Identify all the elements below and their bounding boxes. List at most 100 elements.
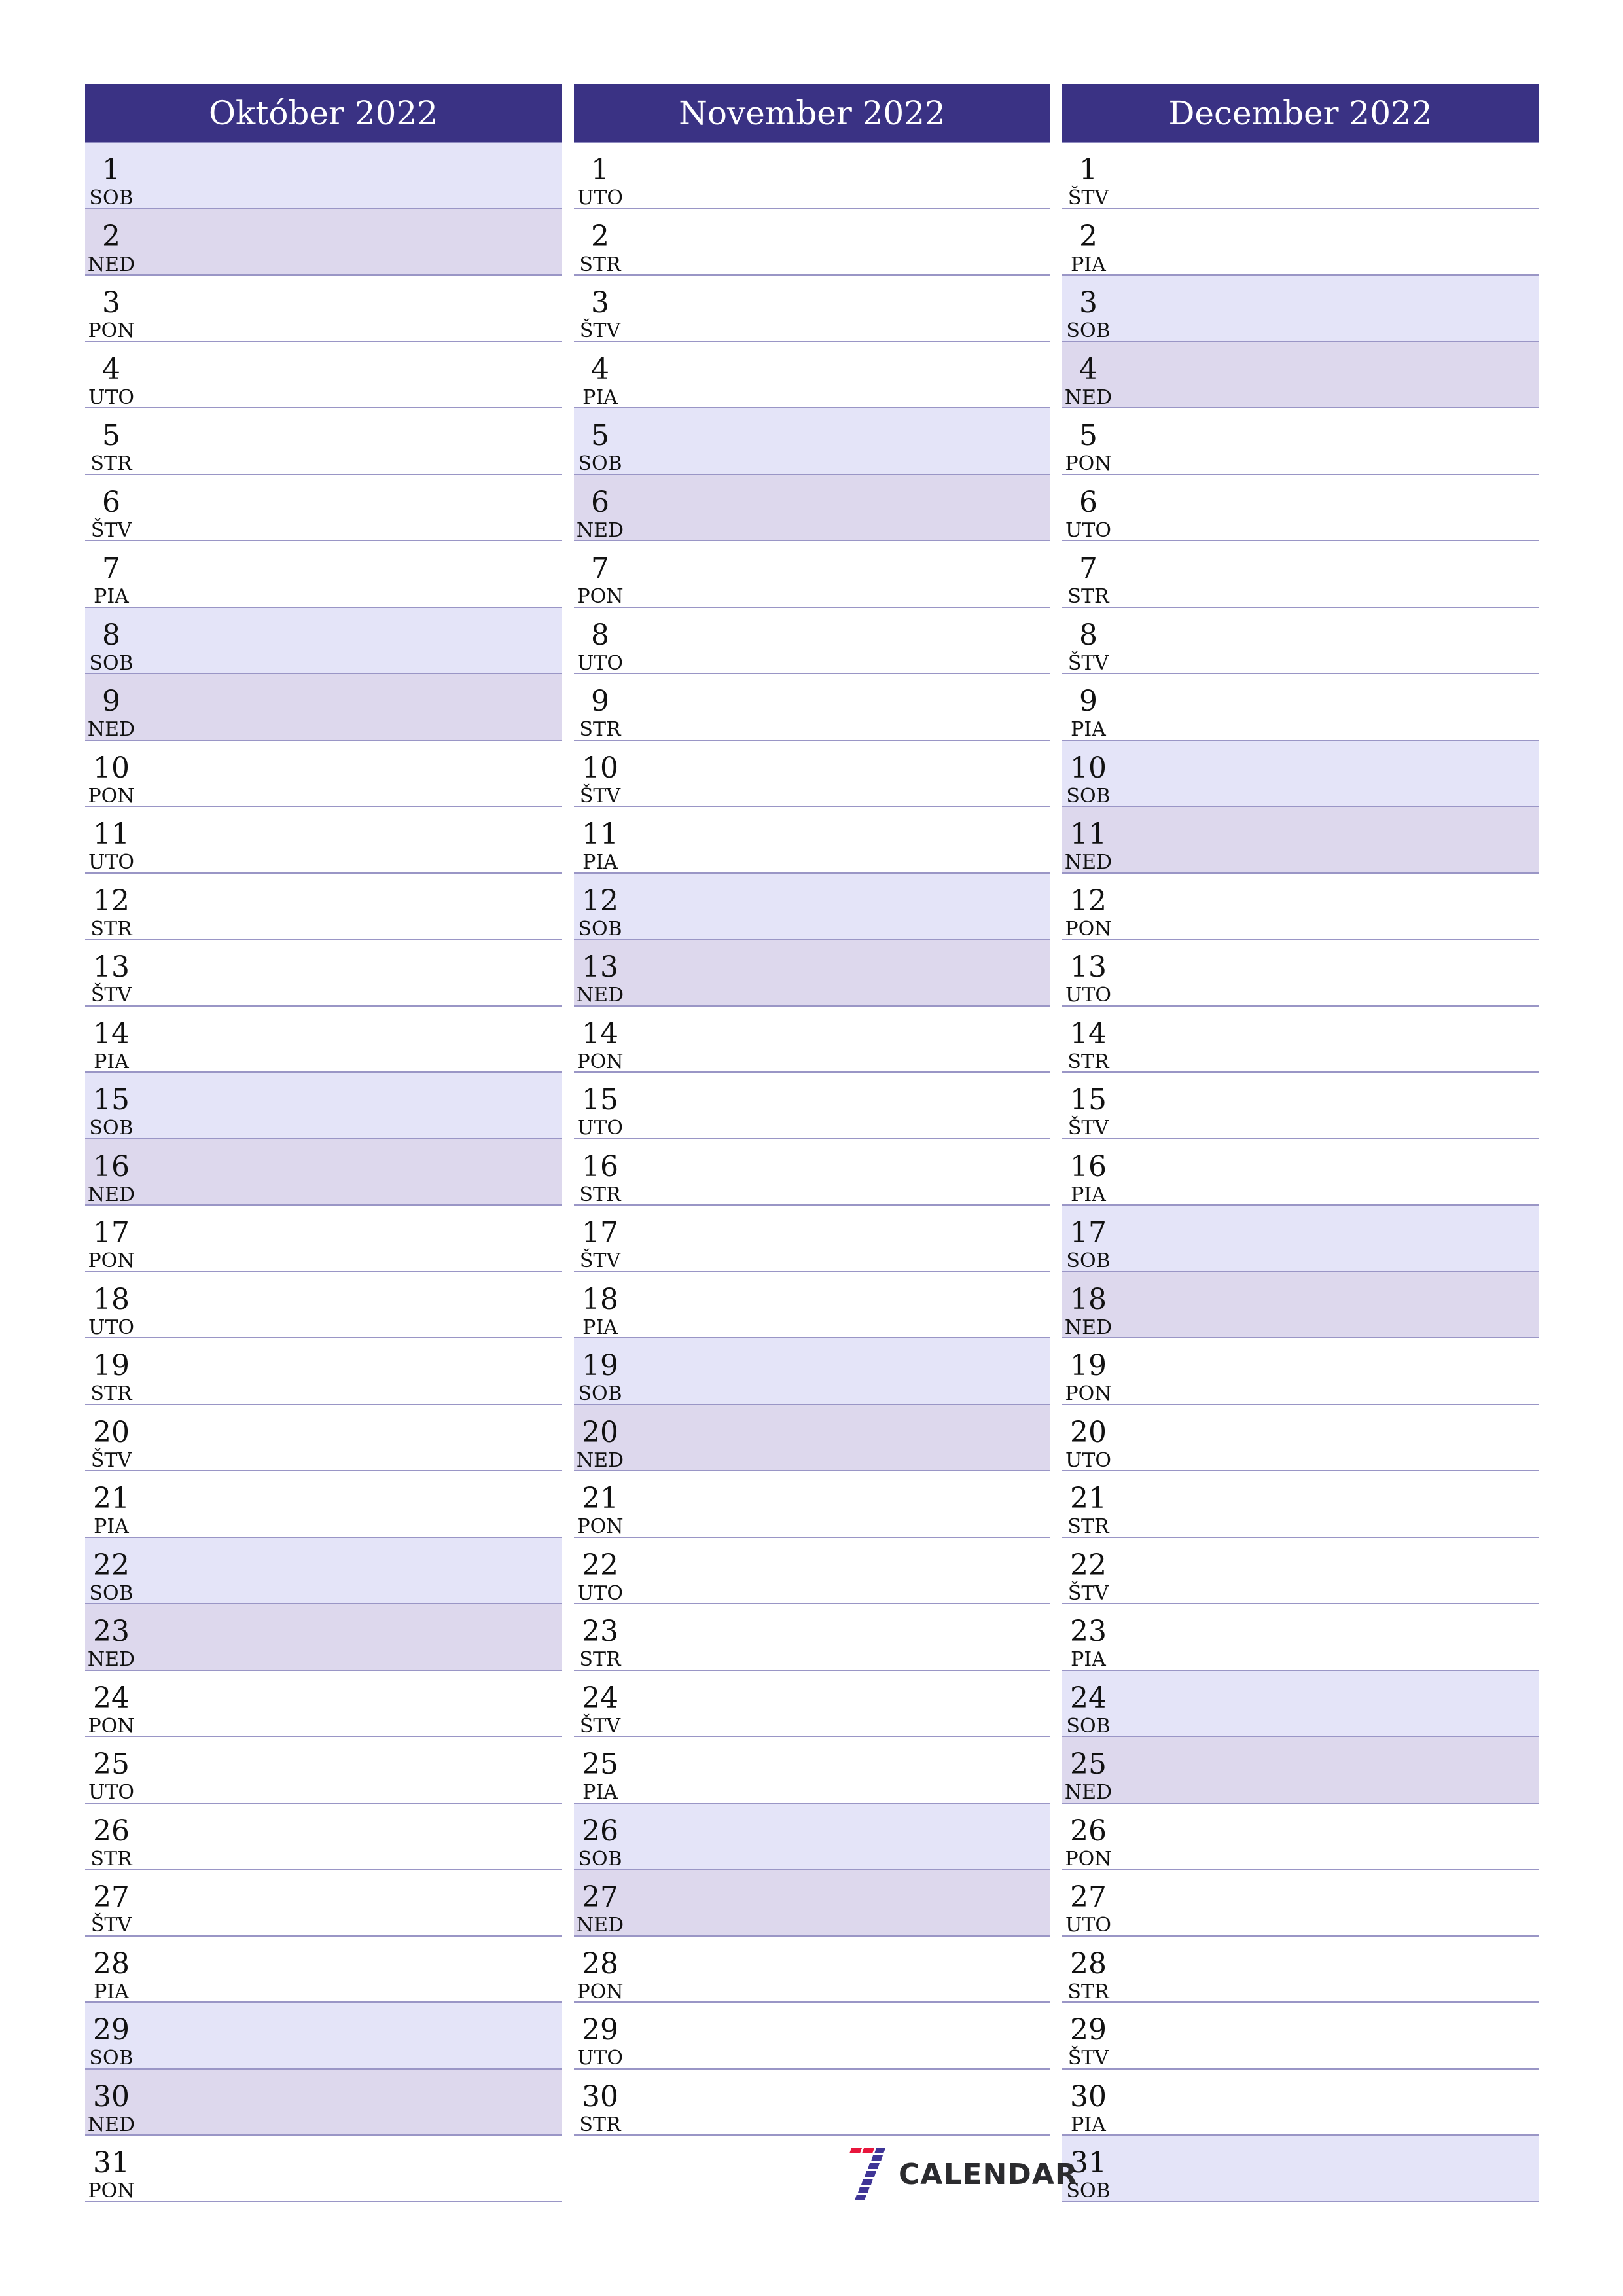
day-row[interactable]: 31 PON (85, 2136, 562, 2202)
day-row[interactable]: 23 STR (574, 1604, 1050, 1671)
day-row[interactable]: 9 STR (574, 674, 1050, 741)
day-label: 26 STR (85, 1804, 137, 1869)
day-row[interactable]: 2 NED (85, 209, 562, 276)
day-row[interactable]: 5 STR (85, 408, 562, 475)
day-row[interactable]: 7 STR (1062, 541, 1539, 608)
day-row[interactable]: 10 ŠTV (574, 740, 1050, 807)
day-row[interactable]: 17 PON (85, 1206, 562, 1272)
day-row[interactable]: 6 ŠTV (85, 475, 562, 541)
day-row[interactable]: 7 PON (574, 541, 1050, 608)
day-row[interactable]: 21 STR (1062, 1471, 1539, 1538)
day-row[interactable]: 21 PIA (85, 1471, 562, 1538)
day-row[interactable]: 19 SOB (574, 1338, 1050, 1405)
day-row[interactable]: 19 PON (1062, 1338, 1539, 1405)
day-row[interactable]: 3 SOB (1062, 276, 1539, 342)
day-row[interactable]: 15 ŠTV (1062, 1073, 1539, 1139)
day-row[interactable]: 8 SOB (85, 607, 562, 674)
day-row[interactable]: 1 SOB (85, 143, 562, 209)
day-row[interactable]: 20 NED (574, 1405, 1050, 1471)
day-row[interactable]: 16 STR (574, 1139, 1050, 1206)
day-row[interactable]: 18 NED (1062, 1272, 1539, 1338)
day-row[interactable]: 3 PON (85, 276, 562, 342)
day-row[interactable]: 19 STR (85, 1338, 562, 1405)
day-row[interactable]: 17 SOB (1062, 1206, 1539, 1272)
day-row[interactable]: 20 ŠTV (85, 1405, 562, 1471)
day-row[interactable]: 4 NED (1062, 342, 1539, 408)
day-row[interactable]: 4 UTO (85, 342, 562, 408)
day-row[interactable]: 27 ŠTV (85, 1870, 562, 1937)
day-row[interactable]: 17 ŠTV (574, 1206, 1050, 1272)
day-row[interactable]: 24 PON (85, 1670, 562, 1737)
day-row[interactable]: 30 NED (85, 2069, 562, 2136)
day-row[interactable]: 2 PIA (1062, 209, 1539, 276)
day-row[interactable]: 22 ŠTV (1062, 1537, 1539, 1604)
day-row[interactable]: 8 UTO (574, 607, 1050, 674)
day-row[interactable]: 6 NED (574, 475, 1050, 541)
day-row[interactable]: 1 UTO (574, 143, 1050, 209)
day-row[interactable]: 31 SOB (1062, 2136, 1539, 2202)
day-row[interactable]: 21 PON (574, 1471, 1050, 1538)
day-row[interactable]: 15 SOB (85, 1073, 562, 1139)
day-row[interactable]: 16 NED (85, 1139, 562, 1206)
day-row[interactable]: 18 UTO (85, 1272, 562, 1338)
day-row[interactable]: 13 NED (574, 940, 1050, 1007)
day-row[interactable]: 25 UTO (85, 1737, 562, 1804)
day-number: 15 (93, 1083, 130, 1117)
day-row[interactable]: 28 STR (1062, 1936, 1539, 2003)
day-row[interactable]: 11 UTO (85, 807, 562, 874)
day-row[interactable]: 22 SOB (85, 1537, 562, 1604)
day-row[interactable]: 14 PON (574, 1006, 1050, 1073)
day-row[interactable]: 9 PIA (1062, 674, 1539, 741)
day-row[interactable]: 5 SOB (574, 408, 1050, 475)
day-row[interactable]: 28 PIA (85, 1936, 562, 2003)
day-row[interactable]: 27 UTO (1062, 1870, 1539, 1937)
day-row[interactable]: 26 SOB (574, 1803, 1050, 1870)
day-number: 15 (582, 1083, 618, 1117)
day-row[interactable]: 2 STR (574, 209, 1050, 276)
day-row[interactable]: 30 STR (574, 2069, 1050, 2136)
day-number: 19 (582, 1349, 618, 1382)
day-row[interactable]: 9 NED (85, 674, 562, 741)
day-row[interactable]: 12 PON (1062, 873, 1539, 940)
day-row[interactable]: 14 PIA (85, 1006, 562, 1073)
day-row[interactable]: 23 NED (85, 1604, 562, 1671)
day-row[interactable]: 25 NED (1062, 1737, 1539, 1804)
day-row[interactable]: 26 PON (1062, 1803, 1539, 1870)
day-row[interactable]: 24 ŠTV (574, 1670, 1050, 1737)
day-row[interactable]: 12 STR (85, 873, 562, 940)
day-row[interactable]: 12 SOB (574, 873, 1050, 940)
day-row[interactable]: 15 UTO (574, 1073, 1050, 1139)
day-row[interactable]: 13 ŠTV (85, 940, 562, 1007)
day-row[interactable]: 29 SOB (85, 2003, 562, 2070)
weekday-name: PON (1065, 452, 1112, 475)
weekday-name: ŠTV (579, 319, 621, 342)
day-row[interactable]: 23 PIA (1062, 1604, 1539, 1671)
day-row[interactable]: 25 PIA (574, 1737, 1050, 1804)
day-row[interactable]: 20 UTO (1062, 1405, 1539, 1471)
day-row[interactable]: 11 NED (1062, 807, 1539, 874)
day-row[interactable]: 6 UTO (1062, 475, 1539, 541)
day-number: 8 (102, 618, 120, 652)
day-row[interactable]: 28 PON (574, 1936, 1050, 2003)
month-column-october: Október 2022 1 SOB 2 NED 3 PON 4 UTO 5 STR 6 ŠTV 7 PI… (85, 84, 562, 2202)
day-row[interactable]: 18 PIA (574, 1272, 1050, 1338)
day-row[interactable]: 7 PIA (85, 541, 562, 608)
day-row[interactable]: 10 SOB (1062, 740, 1539, 807)
day-row[interactable]: 10 PON (85, 740, 562, 807)
day-row[interactable]: 16 PIA (1062, 1139, 1539, 1206)
day-row[interactable]: 13 UTO (1062, 940, 1539, 1007)
day-row[interactable]: 1 ŠTV (1062, 143, 1539, 209)
day-row[interactable]: 30 PIA (1062, 2069, 1539, 2136)
day-row[interactable]: 4 PIA (574, 342, 1050, 408)
day-row[interactable]: 11 PIA (574, 807, 1050, 874)
day-row[interactable]: 8 ŠTV (1062, 607, 1539, 674)
day-row[interactable]: 29 ŠTV (1062, 2003, 1539, 2070)
day-row[interactable]: 24 SOB (1062, 1670, 1539, 1737)
day-row[interactable]: 22 UTO (574, 1537, 1050, 1604)
day-row[interactable]: 3 ŠTV (574, 276, 1050, 342)
day-row[interactable]: 29 UTO (574, 2003, 1050, 2070)
day-row[interactable]: 26 STR (85, 1803, 562, 1870)
day-row[interactable]: 5 PON (1062, 408, 1539, 475)
day-row[interactable]: 14 STR (1062, 1006, 1539, 1073)
day-row[interactable]: 27 NED (574, 1870, 1050, 1937)
